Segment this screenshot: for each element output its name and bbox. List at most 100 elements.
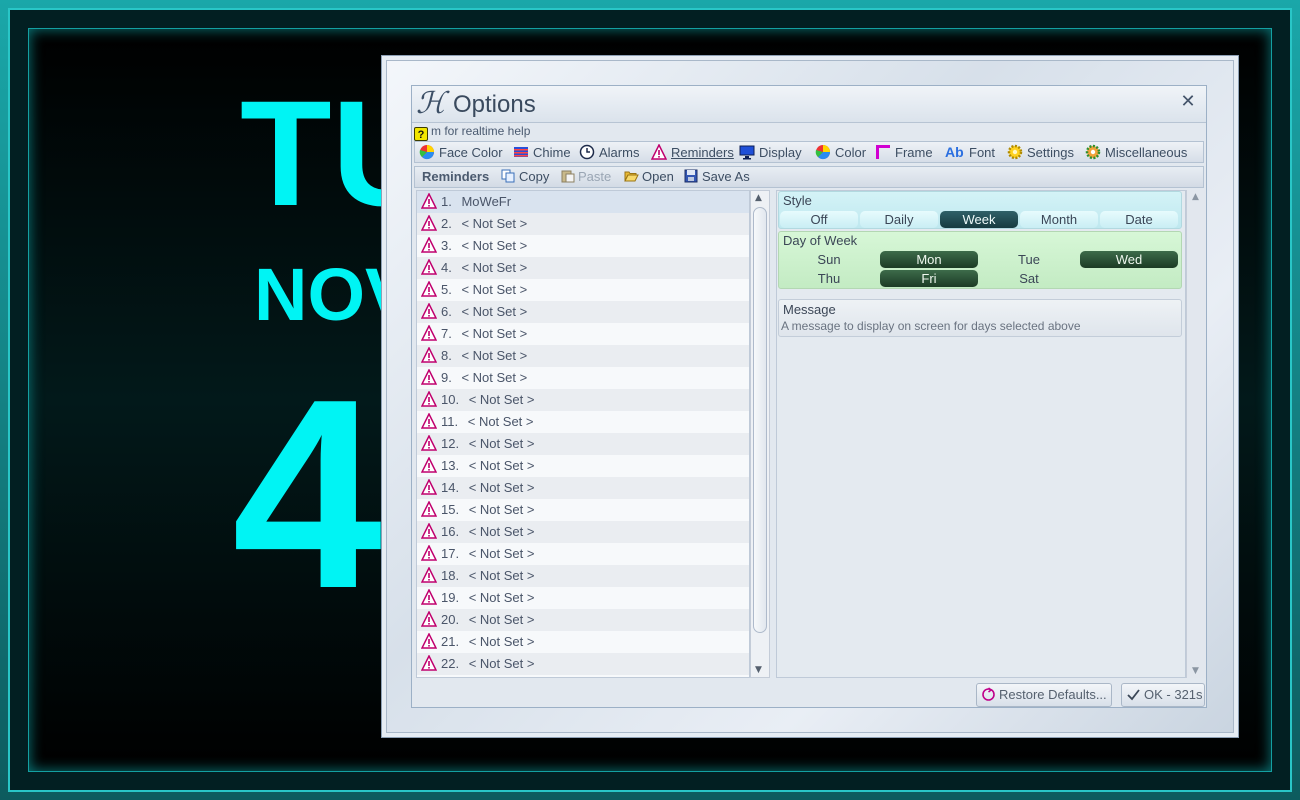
warning-icon: [421, 479, 437, 495]
reminder-list-scrollbar[interactable]: ▲ ▼: [750, 190, 770, 678]
scroll-up-icon[interactable]: ▲: [755, 193, 762, 203]
reminder-label: < Not Set >: [461, 238, 528, 253]
scroll-up-icon[interactable]: ▲: [1192, 192, 1199, 202]
scroll-down-icon[interactable]: ▼: [1192, 666, 1199, 676]
tab-font[interactable]: Ab Font: [945, 143, 995, 162]
reminder-list-item[interactable]: 3. < Not Set >: [417, 235, 749, 257]
reminder-list-item[interactable]: 14. < Not Set >: [417, 477, 749, 499]
reminder-list-item[interactable]: 12. < Not Set >: [417, 433, 749, 455]
app-logo-icon: ℋ: [416, 86, 446, 121]
gears-icon: [1085, 144, 1101, 160]
reminder-number: 5.: [441, 282, 452, 297]
tab-color[interactable]: Color: [815, 143, 866, 162]
scroll-down-icon[interactable]: ▼: [755, 665, 762, 675]
detail-panel-scrollbar[interactable]: ▲ ▼: [1186, 190, 1206, 678]
tab-miscellaneous[interactable]: Miscellaneous: [1085, 143, 1187, 162]
help-line: ? m for realtime help: [414, 123, 530, 141]
reminder-list-item[interactable]: 1. MoWeFr: [417, 191, 749, 213]
style-option-week[interactable]: Week: [940, 211, 1018, 228]
reminder-list-item[interactable]: 15. < Not Set >: [417, 499, 749, 521]
tab-frame[interactable]: Frame: [875, 143, 933, 162]
warning-icon: [421, 259, 437, 275]
style-option-month[interactable]: Month: [1020, 211, 1098, 228]
reminder-number: 9.: [441, 370, 452, 385]
open-button[interactable]: Open: [624, 169, 674, 184]
tab-reminders[interactable]: Reminders: [651, 143, 734, 162]
reminder-list-item[interactable]: 22. < Not Set >: [417, 653, 749, 675]
reminder-list-item[interactable]: 17. < Not Set >: [417, 543, 749, 565]
reminder-list-item[interactable]: 18. < Not Set >: [417, 565, 749, 587]
warning-icon: [421, 237, 437, 253]
reminder-list-item[interactable]: 13. < Not Set >: [417, 455, 749, 477]
paste-button[interactable]: Paste: [560, 169, 611, 184]
toolbar-title: Reminders: [422, 169, 490, 184]
reminder-number: 21.: [441, 634, 460, 649]
reminder-list-item[interactable]: 9. < Not Set >: [417, 367, 749, 389]
reminder-number: 10.: [441, 392, 460, 407]
copy-icon: [501, 169, 515, 183]
tab-alarms[interactable]: Alarms: [579, 143, 639, 162]
warning-icon: [421, 501, 437, 517]
day-toggle-sat[interactable]: Sat: [980, 270, 1078, 287]
close-button[interactable]: ✕: [1178, 92, 1198, 112]
save-as-button[interactable]: Save As: [684, 169, 750, 184]
title-bar[interactable]: ℋ Options ✕: [412, 86, 1206, 123]
reminder-number: 22.: [441, 656, 460, 671]
reminder-number: 11.: [441, 414, 459, 429]
reminder-list-item[interactable]: 6. < Not Set >: [417, 301, 749, 323]
reminder-label: < Not Set >: [468, 458, 535, 473]
reminder-list-item[interactable]: 16. < Not Set >: [417, 521, 749, 543]
tab-settings[interactable]: Settings: [1007, 143, 1074, 162]
reminder-label: < Not Set >: [468, 546, 535, 561]
style-option-date[interactable]: Date: [1100, 211, 1178, 228]
help-icon[interactable]: ?: [414, 127, 428, 141]
reminder-list-item[interactable]: 20. < Not Set >: [417, 609, 749, 631]
tab-face-color[interactable]: Face Color: [419, 143, 503, 162]
reminder-list-item[interactable]: 5. < Not Set >: [417, 279, 749, 301]
message-group[interactable]: Message A message to display on screen f…: [778, 299, 1182, 337]
reminder-list-item[interactable]: 4. < Not Set >: [417, 257, 749, 279]
day-toggle-fri[interactable]: Fri: [880, 270, 978, 287]
tab-display[interactable]: Display: [739, 143, 802, 162]
style-title: Style: [783, 193, 812, 208]
reminder-number: 20.: [441, 612, 460, 627]
day-of-week-title: Day of Week: [783, 233, 858, 248]
reminder-list[interactable]: 1. MoWeFr 2. < Not Set >3. < Not Set >4. …: [416, 190, 750, 678]
day-toggle-wed[interactable]: Wed: [1080, 251, 1178, 268]
message-field[interactable]: A message to display on screen for days …: [781, 319, 1081, 333]
reminder-list-item[interactable]: 2. < Not Set >: [417, 213, 749, 235]
warning-icon: [421, 633, 437, 649]
reminder-label: < Not Set >: [461, 260, 528, 275]
reminder-number: 7.: [441, 326, 452, 341]
ok-button[interactable]: OK - 321s: [1121, 683, 1205, 707]
warning-icon: [421, 215, 437, 231]
reminder-number: 13.: [441, 458, 460, 473]
day-toggle-thu[interactable]: Thu: [780, 270, 878, 287]
copy-button[interactable]: Copy: [501, 169, 549, 184]
font-icon: Ab: [945, 144, 964, 160]
reminder-list-item[interactable]: 8. < Not Set >: [417, 345, 749, 367]
reminder-list-item[interactable]: 11. < Not Set >: [417, 411, 749, 433]
day-toggle-sun[interactable]: Sun: [780, 251, 878, 268]
scrollbar-thumb[interactable]: [753, 207, 767, 633]
warning-icon: [421, 589, 437, 605]
dialog-title: Options: [453, 91, 536, 118]
reminder-list-item[interactable]: 7. < Not Set >: [417, 323, 749, 345]
reminder-label: < Not Set >: [468, 480, 535, 495]
folder-open-icon: [624, 171, 639, 182]
reminder-label: < Not Set >: [468, 634, 535, 649]
reminder-list-item[interactable]: 19. < Not Set >: [417, 587, 749, 609]
warning-icon: [421, 325, 437, 341]
restore-defaults-button[interactable]: Restore Defaults...: [976, 683, 1112, 707]
tab-chime[interactable]: Chime: [513, 143, 571, 162]
day-toggle-mon[interactable]: Mon: [880, 251, 978, 268]
warning-icon: [421, 567, 437, 583]
style-option-off[interactable]: Off: [780, 211, 858, 228]
style-option-daily[interactable]: Daily: [860, 211, 938, 228]
reminder-number: 15.: [441, 502, 460, 517]
reminder-list-item[interactable]: 10. < Not Set >: [417, 389, 749, 411]
day-toggle-tue[interactable]: Tue: [980, 251, 1078, 268]
clock-icon: [579, 144, 595, 160]
reminder-label: < Not Set >: [461, 216, 528, 231]
reminder-list-item[interactable]: 21. < Not Set >: [417, 631, 749, 653]
